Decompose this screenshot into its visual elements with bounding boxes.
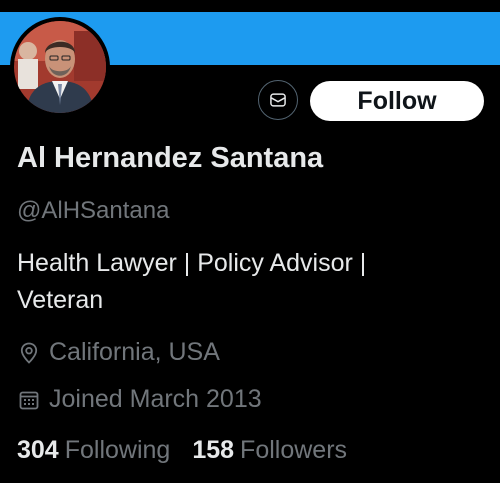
message-button[interactable] bbox=[258, 80, 298, 120]
mail-icon bbox=[270, 93, 286, 107]
profile-page: Follow Al Hernandez Santana @AlHSantana … bbox=[0, 0, 500, 483]
location-text: California, USA bbox=[49, 338, 220, 366]
profile-bio: Health Lawyer | Policy Advisor | Veteran bbox=[17, 249, 367, 314]
followers-link[interactable]: 158 Followers bbox=[192, 436, 347, 465]
followers-count: 158 bbox=[192, 436, 235, 464]
joined-row: Joined March 2013 bbox=[17, 385, 262, 414]
display-name: Al Hernandez Santana bbox=[17, 142, 324, 174]
following-link[interactable]: 304 Following bbox=[17, 436, 170, 465]
follow-stats: 304 Following 158 Followers bbox=[17, 436, 347, 465]
calendar-icon bbox=[17, 388, 41, 412]
follow-button[interactable]: Follow bbox=[310, 81, 484, 121]
user-handle: @AlHSantana bbox=[17, 197, 170, 224]
location-pin-icon bbox=[17, 341, 41, 365]
status-strip bbox=[0, 0, 500, 12]
location-row: California, USA bbox=[17, 338, 220, 367]
followers-label: Followers bbox=[240, 436, 348, 464]
avatar[interactable] bbox=[10, 17, 110, 117]
following-label: Following bbox=[64, 436, 171, 464]
avatar-photo bbox=[14, 21, 106, 113]
following-count: 304 bbox=[17, 436, 59, 464]
joined-text: Joined March 2013 bbox=[49, 385, 262, 413]
